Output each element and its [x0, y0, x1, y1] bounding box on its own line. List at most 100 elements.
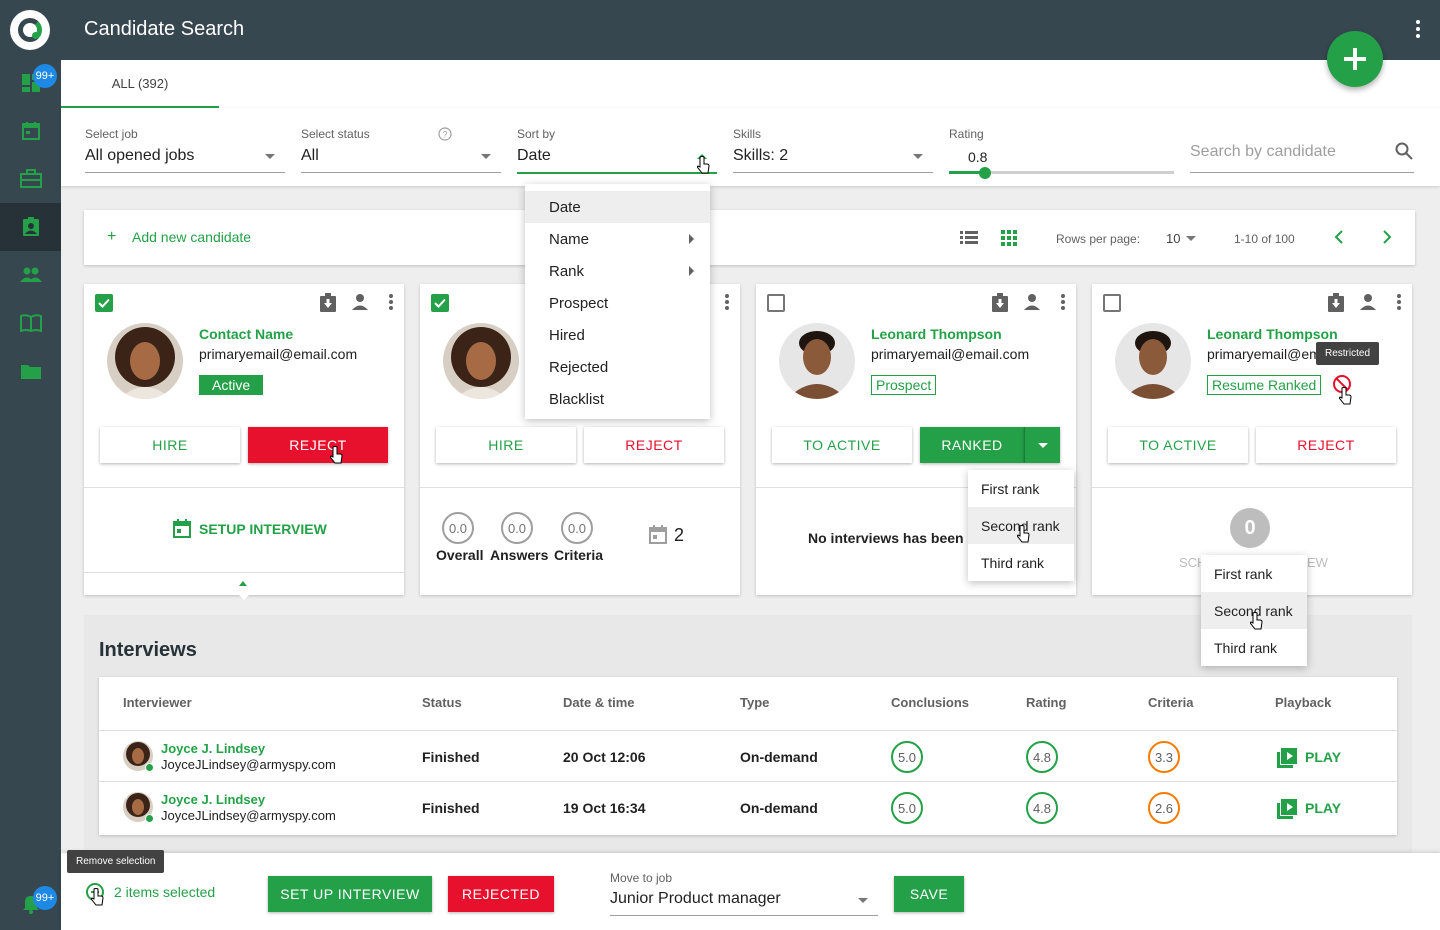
- card-checkbox[interactable]: [431, 294, 449, 312]
- move-to-job-dropdown-icon[interactable]: [858, 898, 868, 903]
- play-button[interactable]: PLAY: [1305, 749, 1341, 765]
- job-select[interactable]: All opened jobs: [85, 147, 194, 165]
- move-to-job-select[interactable]: Junior Product manager: [610, 890, 781, 908]
- rating-slider-handle[interactable]: [979, 167, 991, 179]
- rows-dropdown-icon[interactable]: [1186, 236, 1196, 241]
- sort-select[interactable]: Date: [517, 147, 551, 165]
- person-icon[interactable]: [1359, 294, 1377, 315]
- calendar-icon: [649, 525, 667, 549]
- person-icon[interactable]: [351, 294, 369, 315]
- more-vert-icon[interactable]: [389, 294, 393, 315]
- candidate-name[interactable]: Contact Name: [199, 326, 293, 342]
- person-icon[interactable]: [1023, 294, 1041, 315]
- briefcase-icon[interactable]: [0, 155, 61, 203]
- list-view-icon[interactable]: [960, 231, 978, 249]
- sort-option-hired[interactable]: Hired: [525, 319, 710, 351]
- more-vert-icon[interactable]: [1416, 20, 1420, 43]
- answers-score: 0.0: [501, 512, 533, 544]
- play-icon[interactable]: [1277, 799, 1297, 824]
- overall-score: 0.0: [442, 512, 474, 544]
- tab-all[interactable]: ALL (392): [61, 60, 219, 108]
- to-active-button[interactable]: TO ACTIVE: [1108, 427, 1248, 463]
- reject-button[interactable]: REJECT: [248, 427, 388, 463]
- candidate-name[interactable]: Leonard Thompson: [871, 326, 1002, 342]
- collapse-icon[interactable]: [239, 581, 247, 586]
- search-icon[interactable]: [1395, 142, 1413, 165]
- hire-button[interactable]: HIRE: [436, 427, 576, 463]
- check-icon: [98, 298, 110, 308]
- sort-option-date[interactable]: Date: [525, 191, 710, 223]
- more-vert-icon[interactable]: [1397, 294, 1401, 315]
- sort-option-blacklist[interactable]: Blacklist: [525, 383, 710, 415]
- rating-label: Rating: [949, 127, 984, 141]
- set-up-interview-button[interactable]: SET UP INTERVIEW: [268, 876, 432, 912]
- submenu-arrow-icon: [689, 266, 694, 276]
- candidate-name[interactable]: Leonard Thompson: [1207, 326, 1338, 342]
- card-checkbox[interactable]: [1103, 294, 1121, 312]
- archive-icon[interactable]: [991, 293, 1009, 318]
- to-active-button[interactable]: TO ACTIVE: [772, 427, 912, 463]
- add-new-candidate-link[interactable]: Add new candidate: [132, 229, 251, 245]
- column-header: Criteria: [1148, 695, 1194, 710]
- play-icon[interactable]: [1277, 748, 1297, 773]
- reject-button[interactable]: REJECT: [1256, 427, 1396, 463]
- skills-dropdown-icon[interactable]: [913, 154, 923, 159]
- setup-interview-link[interactable]: SETUP INTERVIEW: [199, 521, 327, 537]
- sort-option-name[interactable]: Name: [525, 223, 710, 255]
- rank-option-first[interactable]: First rank: [1201, 555, 1307, 592]
- rating-badge: 4.8: [1026, 741, 1058, 773]
- answers-label: Answers: [490, 547, 549, 563]
- schedule-label-right: EW: [1307, 555, 1328, 570]
- archive-icon[interactable]: [319, 293, 337, 318]
- rejected-button[interactable]: REJECTED: [448, 876, 554, 912]
- candidate-card[interactable]: Contact Name primaryemail@email.com Acti…: [84, 284, 404, 600]
- sort-option-rank[interactable]: Rank: [525, 255, 710, 287]
- calendar-icon[interactable]: [0, 107, 61, 155]
- reject-button[interactable]: REJECT: [584, 427, 724, 463]
- add-fab-button[interactable]: [1327, 31, 1383, 87]
- status-dropdown-icon[interactable]: [481, 154, 491, 159]
- sort-option-rejected[interactable]: Rejected: [525, 351, 710, 383]
- overall-label: Overall: [436, 547, 484, 563]
- rank-option-third[interactable]: Third rank: [968, 544, 1074, 581]
- ranked-dropdown-button[interactable]: [1024, 427, 1060, 463]
- interviewer-name[interactable]: Joyce J. Lindsey: [161, 792, 265, 807]
- app-logo[interactable]: [10, 10, 50, 50]
- candidate-card[interactable]: Leonard Thompson primaryemail@em Resume …: [1092, 284, 1412, 595]
- status-cell: Finished: [422, 800, 480, 816]
- svg-text:?: ?: [442, 130, 447, 140]
- hire-button[interactable]: HIRE: [100, 427, 240, 463]
- top-header: Candidate Search: [61, 0, 1440, 60]
- search-input[interactable]: Search by candidate: [1190, 143, 1336, 161]
- archive-icon[interactable]: [1327, 293, 1345, 318]
- folder-icon[interactable]: [0, 347, 61, 395]
- ranked-button[interactable]: RANKED: [920, 427, 1024, 463]
- book-icon[interactable]: [0, 299, 61, 347]
- interviewer-name[interactable]: Joyce J. Lindsey: [161, 741, 265, 756]
- card-checkbox[interactable]: [95, 294, 113, 312]
- card-checkbox[interactable]: [767, 294, 785, 312]
- chevron-right-icon[interactable]: [1382, 230, 1392, 249]
- add-icon[interactable]: +: [107, 228, 116, 246]
- candidates-icon[interactable]: [0, 203, 61, 251]
- play-button[interactable]: PLAY: [1305, 800, 1341, 816]
- column-header: Status: [422, 695, 462, 710]
- pagination-range: 1-10 of 100: [1234, 232, 1295, 246]
- chevron-left-icon[interactable]: [1334, 230, 1344, 249]
- rows-per-page-select[interactable]: 10: [1166, 231, 1180, 246]
- save-button[interactable]: SAVE: [894, 876, 964, 912]
- rating-value: 0.8: [968, 149, 988, 165]
- sort-option-prospect[interactable]: Prospect: [525, 287, 710, 319]
- people-icon[interactable]: [0, 251, 61, 299]
- status-select[interactable]: All: [301, 147, 319, 165]
- rank-option-first[interactable]: First rank: [968, 470, 1074, 507]
- grid-view-icon[interactable]: [1001, 230, 1017, 251]
- job-dropdown-icon[interactable]: [265, 154, 275, 159]
- help-icon[interactable]: ?: [438, 127, 452, 146]
- skills-select[interactable]: Skills: 2: [733, 147, 788, 165]
- more-vert-icon[interactable]: [1061, 294, 1065, 315]
- notification-badge: 99+: [33, 64, 57, 88]
- more-vert-icon[interactable]: [725, 294, 729, 315]
- conclusions-badge: 5.0: [891, 792, 923, 824]
- calendar-icon: [173, 519, 191, 543]
